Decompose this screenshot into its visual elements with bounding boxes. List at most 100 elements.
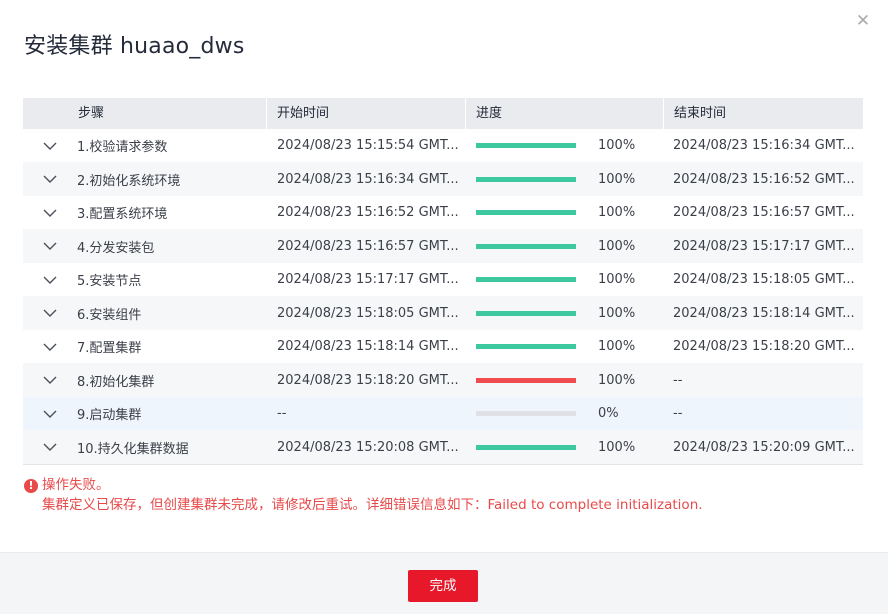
- progress-fill: [476, 243, 576, 249]
- progress-percent: 0%: [598, 406, 619, 421]
- progress-percent: 100%: [598, 372, 636, 388]
- table-row: 3.配置系统环境 2024/08/23 15:16:52 GMT... 100% 20…: [23, 196, 863, 229]
- progress-percent: 100%: [598, 305, 636, 321]
- end-time: 2024/08/23 15:16:57 GMT...: [673, 205, 855, 220]
- table-row: 5.安装节点 2024/08/23 15:17:17 GMT... 100% 2024…: [23, 263, 863, 296]
- progress-fill: [476, 143, 576, 148]
- table-row: 6.安装组件 2024/08/23 15:18:05 GMT... 100% 2024…: [23, 296, 863, 330]
- table-row: 7.配置集群 2024/08/23 15:18:14 GMT... 100% 2024…: [23, 330, 863, 363]
- progress-bar: [476, 176, 576, 182]
- step-name: 1.校验请求参数: [77, 140, 168, 155]
- step-name: 6.安装组件: [77, 307, 142, 323]
- step-name: 9.启动集群: [77, 408, 142, 423]
- start-time: 2024/08/23 15:18:14 GMT...: [277, 339, 459, 354]
- step-name: 10.持久化集群数据: [77, 441, 189, 457]
- end-time: 2024/08/23 15:16:52 GMT...: [673, 171, 855, 187]
- progress-cell: 100%: [465, 272, 663, 287]
- start-time: 2024/08/23 15:18:05 GMT...: [277, 305, 459, 321]
- progress-percent: 100%: [598, 138, 636, 153]
- step-cell: 3.配置系统环境: [23, 203, 266, 222]
- table-row: 8.初始化集群 2024/08/23 15:18:20 GMT... 100% --: [23, 363, 863, 397]
- error-detail: 集群定义已保存，但创建集群未完成，请修改后重试。详细错误信息如下：Failed …: [42, 497, 703, 513]
- step-name: 3.配置系统环境: [77, 207, 168, 222]
- table-body: 1.校验请求参数 2024/08/23 15:15:54 GMT... 100% 20…: [23, 129, 863, 464]
- error-message: ! 操作失败。 集群定义已保存，但创建集群未完成，请修改后重试。详细错误信息如下…: [24, 476, 703, 515]
- start-time: 2024/08/23 15:16:52 GMT...: [277, 205, 459, 220]
- progress-cell: 100%: [465, 205, 663, 220]
- progress-bar: [476, 344, 576, 349]
- progress-bar: [476, 411, 576, 416]
- step-cell: 8.初始化集群: [23, 371, 266, 390]
- close-icon[interactable]: ✕: [854, 12, 872, 30]
- table-row: 4.分发安装包 2024/08/23 15:16:57 GMT... 100% 202…: [23, 229, 863, 263]
- end-time: 2024/08/23 15:17:17 GMT...: [673, 238, 855, 254]
- chevron-down-icon[interactable]: [23, 309, 77, 317]
- progress-fill: [476, 277, 576, 282]
- progress-percent: 100%: [598, 272, 636, 287]
- progress-cell: 100%: [465, 138, 663, 153]
- header-step: 步骤: [78, 106, 105, 121]
- header-start-time: 开始时间: [266, 98, 465, 129]
- progress-percent: 100%: [598, 171, 636, 187]
- step-name: 8.初始化集群: [77, 374, 155, 390]
- progress-percent: 100%: [598, 339, 636, 354]
- step-cell: 5.安装节点: [23, 270, 266, 289]
- progress-cell: 100%: [465, 172, 663, 187]
- progress-cell: 100%: [465, 440, 663, 455]
- progress-fill: [476, 176, 576, 182]
- progress-bar: [476, 210, 576, 215]
- start-time: 2024/08/23 15:18:20 GMT...: [277, 372, 459, 388]
- progress-bar: [476, 444, 576, 450]
- chevron-down-icon[interactable]: [23, 142, 77, 150]
- progress-cell: 100%: [465, 339, 663, 354]
- progress-bar: [476, 243, 576, 249]
- start-time: 2024/08/23 15:17:17 GMT...: [277, 272, 459, 287]
- progress-fill: [476, 377, 576, 383]
- progress-bar: [476, 310, 576, 316]
- end-time: --: [673, 372, 683, 388]
- step-name: 7.配置集群: [77, 341, 142, 356]
- done-button[interactable]: 完成: [408, 570, 478, 602]
- step-name: 5.安装节点: [77, 274, 142, 289]
- progress-cell: 0%: [465, 406, 663, 421]
- header-progress: 进度: [465, 98, 663, 129]
- step-name: 2.初始化系统环境: [77, 173, 181, 189]
- step-name: 4.分发安装包: [77, 240, 155, 256]
- end-time: --: [673, 406, 683, 421]
- table-header: 步骤 开始时间 进度 结束时间: [23, 98, 863, 129]
- progress-bar: [476, 277, 576, 282]
- header-end-time: 结束时间: [663, 98, 863, 129]
- dialog-footer: 完成: [0, 552, 888, 614]
- chevron-down-icon[interactable]: [23, 410, 77, 418]
- chevron-down-icon[interactable]: [23, 242, 77, 250]
- step-cell: 7.配置集群: [23, 337, 266, 356]
- start-time: --: [277, 406, 287, 421]
- step-cell: 1.校验请求参数: [23, 136, 266, 155]
- error-icon: !: [24, 478, 38, 493]
- chevron-down-icon[interactable]: [23, 276, 77, 284]
- progress-cell: 100%: [465, 373, 663, 388]
- table-bottom-divider: [23, 464, 863, 465]
- end-time: 2024/08/23 15:18:14 GMT...: [673, 305, 855, 321]
- chevron-down-icon[interactable]: [23, 343, 77, 351]
- chevron-down-icon[interactable]: [23, 175, 77, 183]
- step-cell: 6.安装组件: [23, 304, 266, 323]
- chevron-down-icon[interactable]: [23, 443, 77, 451]
- dialog-title: 安装集群 huaao_dws: [24, 34, 245, 59]
- chevron-down-icon[interactable]: [23, 209, 77, 217]
- end-time: 2024/08/23 15:20:09 GMT...: [673, 439, 855, 455]
- table-row: 9.启动集群 -- 0% --: [23, 397, 863, 430]
- step-cell: 10.持久化集群数据: [23, 438, 266, 457]
- table-row: 2.初始化系统环境 2024/08/23 15:16:34 GMT... 100% 2…: [23, 162, 863, 196]
- chevron-down-icon[interactable]: [23, 376, 77, 384]
- progress-percent: 100%: [598, 439, 636, 455]
- install-steps-table: 步骤 开始时间 进度 结束时间 1.校验请求参数 2024/08/23 15:15…: [23, 98, 863, 464]
- progress-fill: [476, 444, 576, 450]
- step-cell: 9.启动集群: [23, 404, 266, 423]
- end-time: 2024/08/23 15:18:20 GMT...: [673, 339, 855, 354]
- table-row: 1.校验请求参数 2024/08/23 15:15:54 GMT... 100% 20…: [23, 129, 863, 162]
- start-time: 2024/08/23 15:16:34 GMT...: [277, 171, 459, 187]
- error-title: 操作失败。: [42, 477, 110, 493]
- end-time: 2024/08/23 15:16:34 GMT...: [673, 138, 855, 153]
- progress-bar: [476, 143, 576, 148]
